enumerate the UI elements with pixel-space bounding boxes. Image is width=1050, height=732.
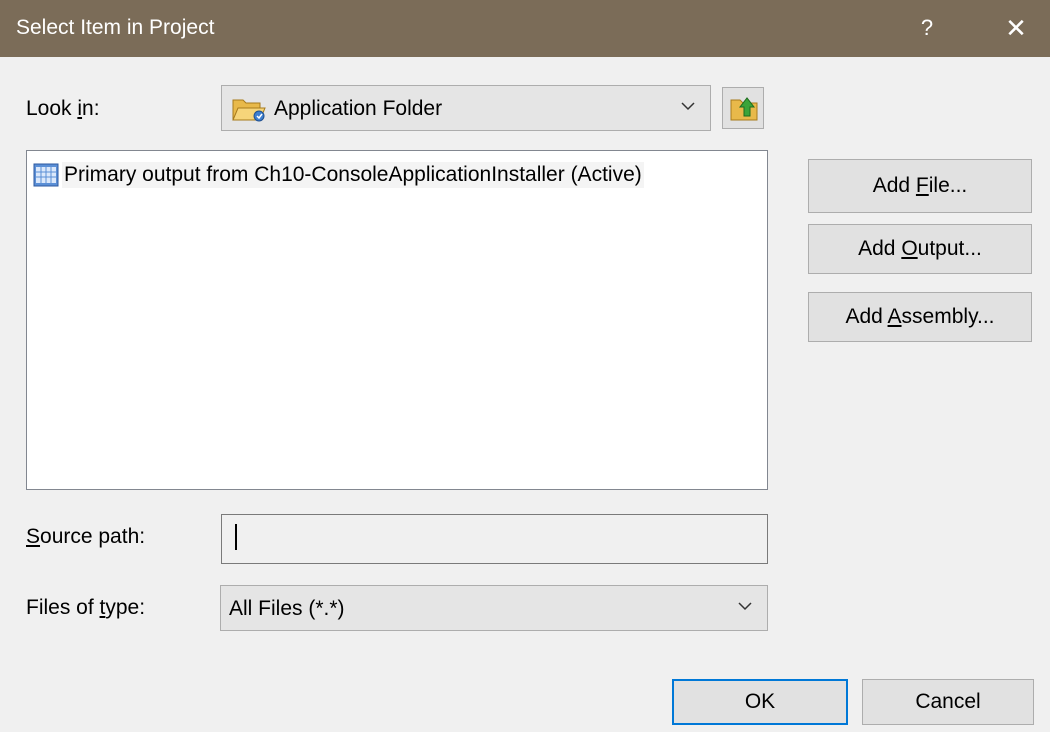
help-button[interactable]: ? [912, 8, 942, 48]
source-path-label: Source path: [26, 525, 146, 548]
up-one-level-button[interactable] [722, 87, 764, 129]
look-in-value: Application Folder [274, 97, 443, 120]
chevron-down-icon [681, 102, 695, 111]
file-list[interactable]: Primary output from Ch10-ConsoleApplicat… [26, 150, 768, 490]
window-title: Select Item in Project [16, 16, 215, 39]
add-output-button[interactable]: Add Output... [808, 224, 1032, 274]
folder-icon [232, 99, 266, 122]
text-caret [235, 524, 237, 550]
chevron-down-icon [738, 602, 752, 611]
list-item-label: Primary output from Ch10-ConsoleApplicat… [62, 162, 644, 188]
add-assembly-button[interactable]: Add Assembly... [808, 292, 1032, 342]
look-in-label: Look in: [26, 97, 100, 120]
cancel-button[interactable]: Cancel [862, 679, 1034, 725]
look-in-dropdown[interactable]: Application Folder [221, 85, 711, 131]
close-button[interactable]: ✕ [996, 8, 1036, 48]
files-of-type-dropdown[interactable]: All Files (*.*) [220, 585, 768, 631]
source-path-input[interactable] [221, 514, 768, 564]
project-output-icon [33, 163, 59, 187]
files-of-type-label: Files of type: [26, 596, 146, 619]
up-one-level-icon [730, 97, 758, 121]
add-file-button[interactable]: Add File... [808, 159, 1032, 213]
title-bar[interactable]: Select Item in Project ? ✕ [0, 0, 1050, 57]
ok-button[interactable]: OK [672, 679, 848, 725]
select-item-dialog: Select Item in Project ? ✕ Look in: Appl… [0, 0, 1050, 732]
list-item[interactable]: Primary output from Ch10-ConsoleApplicat… [33, 161, 644, 189]
files-of-type-value: All Files (*.*) [229, 597, 345, 620]
